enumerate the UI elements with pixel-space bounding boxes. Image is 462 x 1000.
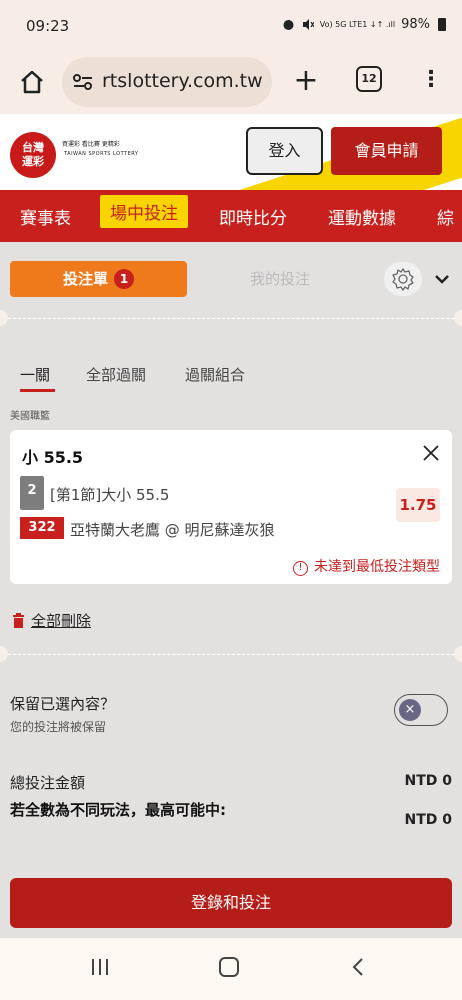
close-icon[interactable] [420, 442, 442, 464]
mute-icon [302, 19, 314, 30]
keep-selections-title: 保留已選內容？ [10, 695, 116, 713]
recents-icon[interactable] [90, 958, 110, 976]
tab-bet-slip-label: 投注單 [62, 270, 108, 288]
delete-all-button[interactable]: 全部刪除 [12, 610, 91, 631]
bet-warning: ! 未達到最低投注類型 [293, 556, 440, 576]
main-nav: 賽事表 場中投注 即時比分 運動數據 綜 [0, 190, 462, 242]
subtab-active-indicator [20, 389, 55, 392]
toggle-knob-x-icon: × [399, 699, 421, 721]
tab-my-bets[interactable]: 我的投注 [200, 261, 360, 297]
system-nav-bar [0, 938, 462, 1000]
login-button[interactable]: 登入 [246, 127, 323, 175]
battery-percent: 98% [401, 17, 430, 32]
battery-icon [438, 18, 446, 31]
logo-tagline: 買運彩 看比賽 更精彩 [62, 141, 120, 148]
tab-count: 12 [361, 72, 377, 85]
collapse-button[interactable] [430, 269, 454, 289]
home-button[interactable] [14, 64, 50, 100]
site-header: 台灣 運彩 買運彩 看比賽 更精彩 TAIWAN SPORTS LOTTERY … [0, 114, 462, 190]
divider-notch [0, 310, 8, 326]
subtab-all-parlay[interactable]: 全部過關 [86, 364, 146, 385]
trash-icon [13, 613, 24, 628]
game-code: 322 [20, 517, 64, 539]
status-icons: Vo) 5G LTE1 ↓↑ .ıll 98% [282, 17, 446, 32]
new-tab-button[interactable]: + [290, 64, 322, 100]
tab-bet-slip[interactable]: 投注單 1 [10, 261, 187, 297]
bet-count-badge: 1 [114, 269, 134, 289]
chevron-down-icon [435, 275, 449, 284]
home-icon [21, 70, 43, 94]
login-and-bet-button[interactable]: 登錄和投注 [10, 878, 452, 928]
alarm-icon [283, 20, 294, 30]
tab-switcher-button[interactable]: 12 [356, 66, 382, 92]
status-time: 09:23 [26, 17, 70, 35]
nav-item-sports-data[interactable]: 運動數據 [328, 204, 396, 229]
nav-item-live-betting[interactable]: 場中投注 [100, 195, 188, 228]
match-teams: 亞特蘭大老鷹 @ 明尼蘇達灰狼 [70, 521, 275, 539]
league-label: 美國職籃 [10, 411, 50, 422]
subtab-parlay-combo[interactable]: 過關組合 [185, 364, 245, 385]
total-stake-label: 總投注金額 [10, 774, 86, 792]
nav-item-live-scores[interactable]: 即時比分 [219, 204, 287, 229]
nav-item-more[interactable]: 綜 [437, 204, 454, 229]
register-button[interactable]: 會員申請 [331, 127, 442, 175]
bet-odds: 1.75 [396, 488, 440, 522]
back-icon[interactable] [349, 956, 367, 978]
divider [8, 654, 454, 655]
keep-selections-toggle[interactable]: × [394, 694, 448, 726]
bet-market: [第1節]大小 55.5 [50, 486, 170, 504]
bet-warning-text: 未達到最低投注類型 [314, 559, 440, 575]
site-logo[interactable]: 台灣 運彩 [10, 132, 56, 178]
url-bar[interactable]: rtslottery.com.tw [62, 57, 272, 107]
signal-indicators: Vo) 5G LTE1 ↓↑ .ıll [319, 20, 396, 29]
more-menu-button[interactable]: ⋮ [420, 66, 442, 96]
bet-selection-title: 小 55.5 [22, 448, 84, 467]
tune-icon[interactable] [72, 71, 94, 93]
home-nav-button[interactable] [219, 957, 239, 977]
keep-selections-subtitle: 您的投注將被保留 [10, 720, 107, 734]
settings-button[interactable] [384, 262, 422, 296]
browser-toolbar: rtslottery.com.tw + 12 ⋮ [0, 52, 462, 114]
bet-slip-panel: 投注單 1 我的投注 一關 全部過關 過關組合 美國職籃 小 55.5 2 [第1… [0, 242, 462, 938]
status-bar: 09:23 Vo) 5G LTE1 ↓↑ .ıll 98% [0, 0, 462, 52]
nav-item-schedule[interactable]: 賽事表 [20, 204, 71, 229]
delete-all-label: 全部刪除 [31, 612, 92, 630]
period-badge: 2 [20, 476, 44, 510]
divider-notch [0, 646, 8, 662]
divider [8, 318, 454, 319]
more-vert-icon: ⋮ [420, 67, 442, 92]
divider-notch [454, 646, 462, 662]
logo-line2: 運彩 [22, 155, 44, 168]
subtab-single[interactable]: 一關 [20, 364, 50, 385]
bet-card: 小 55.5 2 [第1節]大小 55.5 1.75 322 亞特蘭大老鷹 @ … [10, 430, 452, 584]
logo-line1: 台灣 [22, 141, 44, 154]
warning-icon: ! [293, 561, 308, 576]
divider-notch [454, 310, 462, 326]
logo-subtitle: TAIWAN SPORTS LOTTERY [64, 151, 139, 157]
max-win-value: NTD 0 [404, 812, 452, 828]
plus-icon: + [293, 63, 319, 98]
gear-icon [392, 268, 414, 291]
max-win-label: 若全數為不同玩法，最高可能中: [10, 801, 227, 819]
total-stake-value: NTD 0 [404, 773, 452, 789]
url-text[interactable]: rtslottery.com.tw [102, 70, 263, 92]
